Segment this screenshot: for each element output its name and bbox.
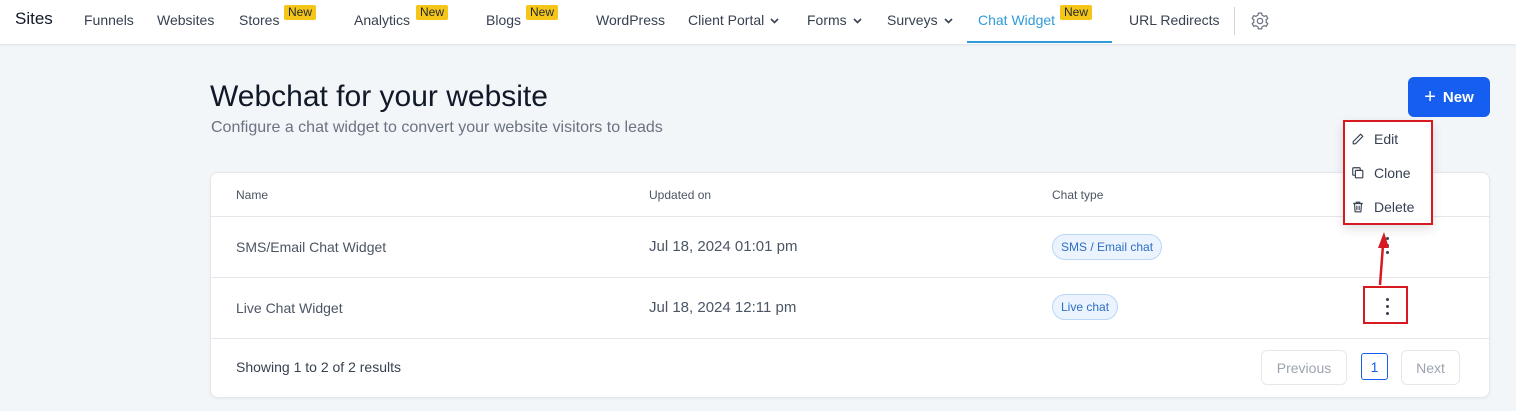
nav-item-url-redirects[interactable]: URL Redirects: [1129, 12, 1220, 28]
column-header-chat-type: Chat type: [1052, 188, 1104, 202]
new-button-label: New: [1442, 88, 1474, 106]
nav-item-funnels[interactable]: Funnels: [84, 12, 134, 28]
widget-updated: Jul 18, 2024 12:11 pm: [649, 299, 797, 316]
nav-item-surveys-label: Surveys: [887, 12, 938, 28]
row-actions-menu: Edit Clone Delete: [1343, 120, 1433, 225]
menu-item-edit[interactable]: Edit: [1351, 127, 1429, 151]
chevron-down-icon: [944, 18, 953, 24]
widget-name[interactable]: Live Chat Widget: [236, 300, 343, 316]
chevron-down-icon: [770, 18, 779, 24]
gear-icon[interactable]: [1250, 11, 1270, 31]
chat-type-badge: Live chat: [1052, 294, 1119, 320]
row-actions-kebab[interactable]: [1377, 233, 1397, 257]
plus-icon: +: [1424, 86, 1436, 108]
new-badge-analytics: New: [416, 5, 449, 20]
pencil-icon: [1352, 133, 1364, 145]
row-divider: [211, 216, 1489, 217]
nav-item-forms-label: Forms: [807, 12, 847, 28]
new-widget-button[interactable]: + New: [1408, 77, 1490, 117]
nav-divider: [1234, 7, 1235, 35]
nav-item-forms[interactable]: Forms: [807, 12, 862, 28]
results-summary: Showing 1 to 2 of 2 results: [236, 359, 401, 375]
column-header-updated: Updated on: [649, 188, 712, 202]
copy-icon: [1352, 167, 1364, 179]
widget-updated: Jul 18, 2024 01:01 pm: [649, 238, 798, 255]
chevron-down-icon: [853, 18, 862, 24]
menu-item-delete-label: Delete: [1374, 199, 1415, 215]
new-badge-chat-widget: New: [1060, 5, 1093, 20]
page-subtitle: Configure a chat widget to convert your …: [211, 119, 663, 136]
widget-name[interactable]: SMS/Email Chat Widget: [236, 239, 386, 255]
chat-type-badge: SMS / Email chat: [1052, 234, 1163, 260]
trash-icon: [1353, 201, 1363, 213]
nav-brand: Sites: [15, 9, 53, 28]
page-number-current[interactable]: 1: [1361, 353, 1388, 380]
nav-item-client-portal[interactable]: Client Portal: [688, 12, 779, 28]
widgets-table-card: Name Updated on Chat type SMS/Email Chat…: [210, 172, 1490, 398]
column-header-name: Name: [236, 188, 269, 202]
nav-item-client-portal-label: Client Portal: [688, 12, 765, 28]
page-title: Webchat for your website: [210, 80, 548, 113]
new-badge-stores: New: [284, 5, 317, 20]
kebab-highlight-box: [1363, 286, 1408, 324]
nav-item-chat-widget[interactable]: Chat Widget: [978, 12, 1055, 28]
menu-item-edit-label: Edit: [1374, 131, 1399, 147]
menu-item-clone-label: Clone: [1374, 165, 1411, 181]
nav-item-analytics[interactable]: Analytics: [354, 12, 410, 28]
top-nav: Sites Funnels Websites Stores New Analyt…: [0, 0, 1516, 45]
active-tab-indicator: [967, 41, 1112, 43]
nav-item-surveys[interactable]: Surveys: [887, 12, 953, 28]
row-divider: [211, 338, 1489, 339]
menu-item-clone[interactable]: Clone: [1351, 161, 1429, 185]
nav-item-wordpress[interactable]: WordPress: [596, 12, 665, 28]
row-divider: [211, 277, 1489, 278]
nav-item-stores[interactable]: Stores: [239, 12, 279, 28]
nav-item-blogs[interactable]: Blogs: [486, 12, 521, 28]
menu-item-delete[interactable]: Delete: [1351, 195, 1429, 219]
next-page-button[interactable]: Next: [1401, 350, 1460, 385]
nav-item-websites[interactable]: Websites: [157, 12, 214, 28]
new-badge-blogs: New: [526, 5, 559, 20]
previous-page-button[interactable]: Previous: [1261, 350, 1347, 385]
